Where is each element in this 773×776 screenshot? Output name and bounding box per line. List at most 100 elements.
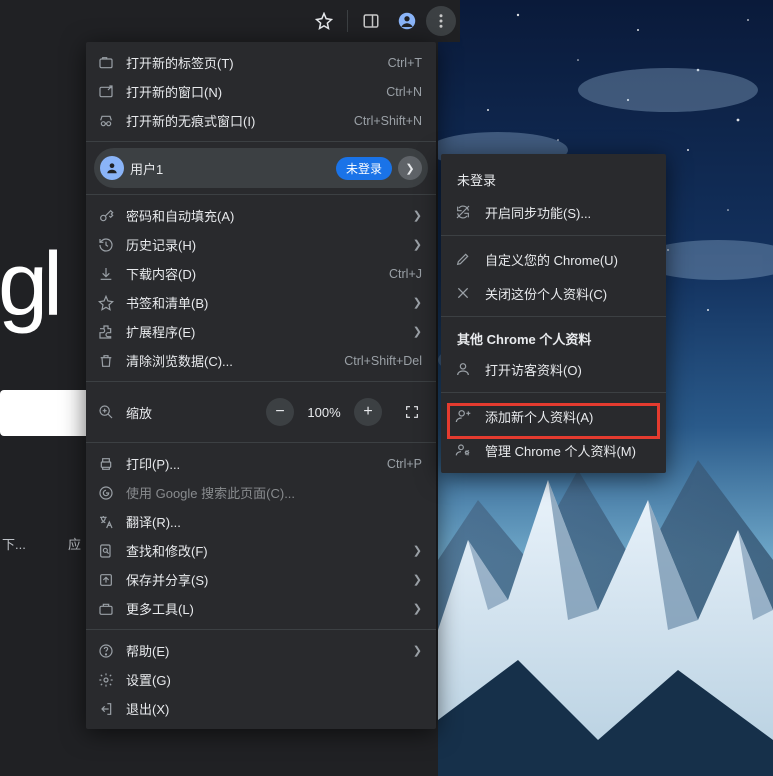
people-settings-icon [441,442,485,458]
browser-toolbar [0,0,460,42]
toolbar-divider [347,10,348,32]
submenu-close-profile[interactable]: 关闭这份个人资料(C) [441,276,666,310]
menu-find[interactable]: 查找和修改(F) ❯ [86,536,436,565]
chevron-right-icon: ❯ [408,296,422,309]
menu-label: 使用 Google 搜索此页面(C)... [126,483,422,502]
chevron-right-icon: ❯ [408,644,422,657]
google-icon [86,485,126,501]
menu-label: 帮助(E) [126,641,408,660]
zoom-value: 100% [300,405,348,420]
search-box-fragment [0,390,86,436]
sync-icon [441,204,485,220]
tab-icon [86,55,126,71]
menu-label: 添加新个人资料(A) [485,407,654,426]
bookmark-icon [86,295,126,311]
menu-downloads[interactable]: 下载内容(D) Ctrl+J [86,259,436,288]
menu-label: 保存并分享(S) [126,570,408,589]
submenu-customize[interactable]: 自定义您的 Chrome(U) [441,242,666,276]
submenu-manage-profiles[interactable]: 管理 Chrome 个人资料(M) [441,433,666,467]
pencil-icon [441,251,485,267]
menu-label: 关闭这份个人资料(C) [485,284,654,303]
menu-label: 管理 Chrome 个人资料(M) [485,441,654,460]
menu-separator [441,316,666,317]
menu-print[interactable]: 打印(P)... Ctrl+P [86,449,436,478]
zoom-out-button[interactable]: − [266,398,294,426]
menu-shortcut: Ctrl+P [387,457,422,471]
download-icon [86,266,126,282]
chevron-right-icon: ❯ [408,209,422,222]
sign-in-badge: 未登录 [336,157,392,180]
menu-separator [441,235,666,236]
user-avatar [94,156,130,180]
chevron-right-icon: ❯ [408,325,422,338]
menu-shortcut: Ctrl+Shift+N [354,114,422,128]
menu-separator [86,141,436,142]
menu-separator [86,194,436,195]
profile-submenu: 未登录 开启同步功能(S)... 自定义您的 Chrome(U) 关闭这份个人资… [441,154,666,473]
chevron-right-icon: ❯ [408,238,422,251]
menu-more-tools[interactable]: 更多工具(L) ❯ [86,594,436,623]
menu-separator [86,381,436,382]
menu-separator [441,392,666,393]
menu-new-window[interactable]: 打开新的窗口(N) Ctrl+N [86,77,436,106]
chrome-main-menu: 打开新的标签页(T) Ctrl+T 打开新的窗口(N) Ctrl+N 打开新的无… [86,42,436,729]
menu-shortcut: Ctrl+J [389,267,422,281]
extension-icon [86,324,126,340]
submenu-sync[interactable]: 开启同步功能(S)... [441,195,666,229]
menu-label: 清除浏览数据(C)... [126,351,336,370]
submenu-add-profile[interactable]: 添加新个人资料(A) [441,399,666,433]
toolbox-icon [86,601,126,617]
menu-label: 打开新的标签页(T) [126,53,380,72]
help-icon [86,643,126,659]
menu-shortcut: Ctrl+Shift+Del [344,354,422,368]
profile-avatar-icon[interactable] [390,6,424,36]
menu-google-search[interactable]: 使用 Google 搜索此页面(C)... [86,478,436,507]
menu-bookmarks[interactable]: 书签和清单(B) ❯ [86,288,436,317]
menu-label: 密码和自动填充(A) [126,206,408,225]
menu-label: 打印(P)... [126,454,379,473]
menu-label: 打开新的窗口(N) [126,82,378,101]
chevron-right-icon: ❯ [408,544,422,557]
share-icon [86,572,126,588]
menu-save-share[interactable]: 保存并分享(S) ❯ [86,565,436,594]
menu-exit[interactable]: 退出(X) [86,694,436,723]
menu-settings[interactable]: 设置(G) [86,665,436,694]
menu-new-tab[interactable]: 打开新的标签页(T) Ctrl+T [86,48,436,77]
menu-passwords[interactable]: 密码和自动填充(A) ❯ [86,201,436,230]
submenu-guest[interactable]: 打开访客资料(O) [441,352,666,386]
menu-label: 开启同步功能(S)... [485,203,654,222]
zoom-in-button[interactable]: + [354,398,382,426]
menu-translate[interactable]: 翻译(R)... [86,507,436,536]
menu-label: 更多工具(L) [126,599,408,618]
window-icon [86,84,126,100]
menu-incognito[interactable]: 打开新的无痕式窗口(I) Ctrl+Shift+N [86,106,436,135]
menu-label: 打开访客资料(O) [485,360,654,379]
menu-label: 下载内容(D) [126,264,381,283]
side-panel-icon[interactable] [354,6,388,36]
chevron-right-icon: ❯ [408,573,422,586]
page-background: gl 下... 应 [0,42,86,776]
zoom-label: 缩放 [126,403,266,422]
menu-label: 历史记录(H) [126,235,408,254]
bookmark-star-icon[interactable] [307,6,341,36]
more-menu-icon[interactable] [426,6,456,36]
menu-label: 查找和修改(F) [126,541,408,560]
menu-history[interactable]: 历史记录(H) ❯ [86,230,436,259]
close-icon [441,285,485,301]
bg-text: 下... [2,534,26,553]
menu-label: 退出(X) [126,699,422,718]
history-icon [86,237,126,253]
menu-user-profile[interactable]: 用户1 未登录 ❯ [94,148,428,188]
menu-label: 打开新的无痕式窗口(I) [126,111,346,130]
menu-clear-data[interactable]: 清除浏览数据(C)... Ctrl+Shift+Del [86,346,436,375]
person-add-icon [441,408,485,424]
submenu-section-header: 其他 Chrome 个人资料 [441,323,666,352]
bg-text: 应 [68,534,81,553]
print-icon [86,456,126,472]
menu-help[interactable]: 帮助(E) ❯ [86,636,436,665]
fullscreen-button[interactable] [398,398,426,426]
menu-extensions[interactable]: 扩展程序(E) ❯ [86,317,436,346]
menu-label: 书签和清单(B) [126,293,408,312]
menu-shortcut: Ctrl+N [386,85,422,99]
gear-icon [86,672,126,688]
